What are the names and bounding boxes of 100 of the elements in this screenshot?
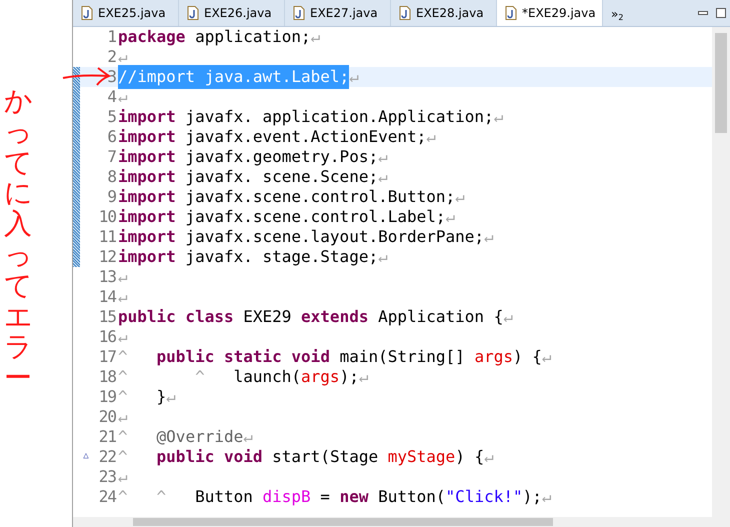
line-number: 8: [106, 166, 116, 188]
whitespace-mark: ^: [118, 446, 128, 468]
whitespace-mark: ↵: [378, 146, 388, 168]
line-number: 23: [98, 466, 116, 488]
line-number: 10: [98, 206, 116, 228]
whitespace-mark: ^: [118, 426, 128, 448]
tab-label: EXE28.java: [416, 5, 484, 22]
line-number: 3: [106, 66, 116, 88]
tab-label: EXE26.java: [204, 5, 272, 22]
line-number: 2: [106, 46, 116, 68]
tab-label: EXE27.java: [310, 5, 378, 22]
override-marker: △: [83, 450, 89, 464]
keyword: import: [118, 106, 176, 128]
line-number: 14: [98, 286, 116, 308]
whitespace-mark: ↵: [446, 206, 456, 228]
whitespace-mark: ↵: [484, 446, 494, 468]
keyword: class: [184, 306, 234, 328]
keyword: import: [118, 166, 176, 188]
code-text: =: [319, 486, 331, 508]
line-number: 15: [98, 306, 116, 328]
code-text: javafx.scene.control.Button;: [184, 186, 456, 208]
whitespace-mark: ↵: [118, 286, 128, 308]
whitespace-mark: ↵: [349, 66, 359, 88]
line-number: 9: [106, 186, 116, 208]
tab-label: EXE25.java: [98, 5, 166, 22]
line-number: 12: [98, 246, 116, 268]
vertical-scrollbar[interactable]: [712, 27, 730, 527]
code-text: javafx.scene.control.Label;: [184, 206, 446, 228]
whitespace-mark: ↵: [378, 246, 388, 268]
code-text: javafx.event.ActionEvent;: [184, 126, 426, 148]
keyword: import: [118, 206, 176, 228]
code-text: Button(: [377, 486, 446, 508]
code-text: );: [522, 486, 542, 508]
tab-label: *EXE29.java: [522, 5, 596, 22]
whitespace-mark: ↵: [358, 366, 368, 388]
line-number: 22: [98, 446, 116, 468]
handwritten-note: かってに入ってエラー: [4, 86, 32, 394]
code-text: }: [156, 386, 166, 408]
horizontal-scrollbar[interactable]: [73, 517, 712, 527]
whitespace-mark: ↵: [243, 426, 253, 448]
whitespace-mark: ↵: [426, 126, 436, 148]
maximize-icon[interactable]: [716, 8, 726, 18]
line-number: 24: [98, 486, 116, 508]
code-text: javafx. application.Application;: [184, 106, 494, 128]
whitespace-mark: ↵: [118, 466, 128, 488]
code-text: Button: [194, 486, 254, 508]
java-file-icon: [505, 6, 517, 20]
whitespace-mark: ↵: [455, 186, 465, 208]
keyword: extends: [301, 306, 368, 328]
whitespace-mark: ↵: [310, 27, 320, 48]
code-text: launch(: [232, 366, 302, 388]
code-text: main(String[]: [338, 346, 466, 368]
code-text: ) {: [512, 346, 542, 368]
line-number: 5: [106, 106, 116, 128]
whitespace-mark: ↵: [118, 406, 128, 428]
java-file-icon: [81, 6, 93, 20]
whitespace-mark: ↵: [378, 166, 388, 188]
line-number: 6: [106, 126, 116, 148]
whitespace-mark: ^ ^: [118, 366, 205, 388]
editor-tab[interactable]: *EXE29.java: [497, 0, 603, 26]
keyword: void: [222, 446, 263, 468]
parameter-name: args: [474, 346, 513, 368]
line-number: 16: [98, 326, 116, 348]
keyword: public: [156, 346, 214, 368]
code-text: ) {: [455, 446, 484, 468]
code-text: javafx. scene.Scene;: [184, 166, 378, 188]
line-number: 7: [106, 146, 116, 168]
line-number: 21: [98, 426, 116, 448]
line-number: 4: [106, 86, 116, 108]
code-text: Application {: [377, 306, 504, 328]
keyword: import: [118, 126, 176, 148]
selected-code: //import java.awt.Label;: [118, 65, 350, 89]
whitespace-mark: ↵: [118, 46, 128, 68]
parameter-name: myStage: [388, 446, 456, 468]
code-text: javafx.geometry.Pos;: [184, 146, 378, 168]
annotation-text: @Override: [156, 426, 244, 448]
keyword: import: [118, 146, 176, 168]
string-literal: "Click!": [446, 486, 523, 508]
parameter-name: args: [301, 366, 340, 388]
whitespace-mark: ↵: [118, 266, 128, 288]
keyword: import: [118, 186, 176, 208]
code-text: application;: [194, 27, 311, 48]
whitespace-mark: ^: [118, 346, 128, 368]
code-text: EXE29: [242, 306, 292, 328]
keyword: public: [156, 446, 214, 468]
code-text: start(Stage: [271, 446, 380, 468]
whitespace-mark: ^ ^: [118, 486, 166, 508]
keyword: import: [118, 226, 176, 248]
line-number: 19: [98, 386, 116, 408]
keyword: void: [290, 346, 330, 368]
whitespace-mark: ^: [118, 386, 128, 408]
whitespace-mark: ↵: [503, 306, 513, 328]
keyword: public: [118, 306, 176, 328]
whitespace-mark: ↵: [166, 386, 176, 408]
variable-name: dispB: [262, 486, 311, 508]
line-number: 13: [98, 266, 116, 288]
whitespace-mark: ↵: [118, 326, 128, 348]
java-file-icon: [293, 6, 305, 20]
line-number: 17: [98, 346, 116, 368]
keyword: static: [222, 346, 282, 368]
